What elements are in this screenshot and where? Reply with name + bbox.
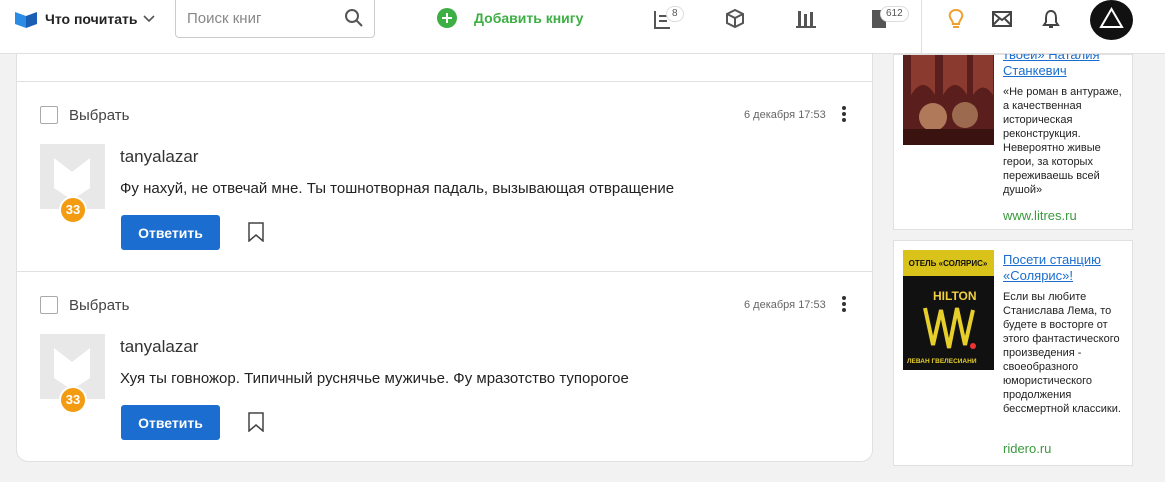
- search-box: [175, 0, 375, 38]
- document-badge: 612: [880, 6, 909, 22]
- plus-icon: [437, 8, 457, 28]
- header-divider: [921, 0, 922, 54]
- select-checkbox[interactable]: [40, 106, 58, 124]
- bell-icon[interactable]: [1040, 8, 1062, 30]
- lightbulb-icon[interactable]: [945, 8, 967, 30]
- ad-title-link[interactable]: Посети станцию «Солярис»!: [1003, 252, 1128, 284]
- select-label: Выбрать: [69, 297, 130, 314]
- more-options-icon[interactable]: [839, 106, 849, 124]
- select-checkbox[interactable]: [40, 296, 58, 314]
- sender-username[interactable]: tanyalazar: [120, 147, 198, 167]
- mail-icon[interactable]: [991, 8, 1013, 30]
- cover-title-text: ОТЕЛЬ «СОЛЯРИС»: [909, 259, 988, 268]
- ad-title-line: Станкевич: [1003, 63, 1067, 78]
- level-badge: 33: [59, 196, 87, 224]
- cover-author-text: ЛЕВАН ГВЕЛЕСИАНИ: [907, 358, 977, 365]
- stats-icon[interactable]: [795, 8, 817, 30]
- shelf-badge: 8: [666, 6, 684, 22]
- add-book-label: Добавить книгу: [474, 10, 584, 26]
- bookmark-icon[interactable]: [247, 222, 265, 242]
- search-icon[interactable]: [344, 8, 364, 28]
- document-icon[interactable]: 612: [868, 6, 909, 30]
- bookmark-icon[interactable]: [247, 412, 265, 432]
- top-header: Что почитать Добавить книгу 8 612: [0, 0, 1165, 54]
- ad-description: Если вы любите Станислава Лема, то будет…: [1003, 291, 1121, 415]
- book-cover-image[interactable]: ОТЕЛЬ «СОЛЯРИС» HILTON ЛЕВАН ГВЕЛЕСИАНИ: [903, 250, 994, 370]
- ad-description: «Не роман в антураже, а качественная ист…: [1003, 86, 1122, 196]
- user-avatar[interactable]: [1090, 0, 1133, 40]
- more-options-icon[interactable]: [839, 296, 849, 314]
- chevron-down-icon: [143, 15, 156, 23]
- ad-site-link[interactable]: www.litres.ru: [1003, 208, 1077, 223]
- search-input[interactable]: [176, 0, 336, 36]
- menu-dropdown[interactable]: Что почитать: [45, 11, 156, 27]
- ad-card-litres: твоей» Наталия Станкевич «Не роман в ант…: [893, 47, 1133, 230]
- message-item: Выбрать 6 декабря 17:53 33 tanyalazar Ху…: [17, 271, 872, 461]
- box-icon[interactable]: [724, 8, 746, 30]
- reply-button[interactable]: Ответить: [121, 405, 220, 440]
- ad-site-link[interactable]: ridero.ru: [1003, 441, 1051, 456]
- messages-panel: Выбрать 6 декабря 17:53 33 tanyalazar Фу…: [16, 54, 873, 462]
- message-date: 6 декабря 17:53: [744, 109, 826, 121]
- message-text: Фу нахуй, не отвечай мне. Ты тошнотворна…: [120, 180, 675, 197]
- cover-hilton-text: HILTON: [933, 289, 977, 303]
- level-badge: 33: [59, 386, 87, 414]
- message-item: Выбрать 6 декабря 17:53 33 tanyalazar Фу…: [17, 81, 872, 271]
- sender-username[interactable]: tanyalazar: [120, 337, 198, 357]
- menu-label: Что почитать: [45, 11, 138, 27]
- ad-card-ridero: ОТЕЛЬ «СОЛЯРИС» HILTON ЛЕВАН ГВЕЛЕСИАНИ …: [893, 240, 1133, 466]
- message-text: Хуя ты говножор. Типичный руснячье мужич…: [120, 370, 629, 387]
- reply-button[interactable]: Ответить: [121, 215, 220, 250]
- add-book-button[interactable]: Добавить книгу: [437, 8, 583, 28]
- select-label: Выбрать: [69, 107, 130, 124]
- logo-icon[interactable]: [14, 9, 38, 34]
- book-cover-image[interactable]: [903, 55, 994, 145]
- message-date: 6 декабря 17:53: [744, 299, 826, 311]
- shelf-icon[interactable]: 8: [652, 6, 684, 30]
